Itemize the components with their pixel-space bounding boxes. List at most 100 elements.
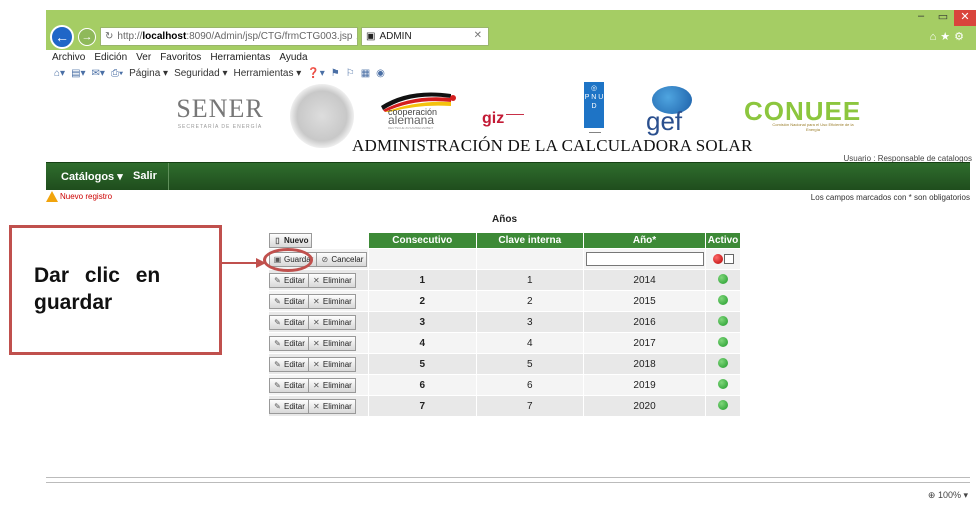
print-icon[interactable]: ⎙▾ [111, 68, 123, 79]
cell-consecutivo: 6 [367, 374, 477, 396]
row-actions: ✎ Editar ✕ Eliminar [268, 353, 369, 375]
new-row-activo [705, 248, 741, 270]
row-buttons: ✎ Editar ✕ Eliminar [269, 272, 356, 288]
cell-activo [705, 374, 741, 396]
favorites-star-icon[interactable]: ★ [940, 31, 954, 43]
eliminar-button[interactable]: ✕ Eliminar [308, 398, 356, 414]
editar-button[interactable]: ✎ Editar [269, 272, 309, 288]
addon-icon[interactable]: ◉ [376, 68, 385, 79]
active-status-icon [718, 336, 728, 347]
cell-consecutivo: 7 [367, 395, 477, 417]
cell-anio: 2016 [583, 311, 706, 333]
giz-subtitle: ▬▬▬▬▬▬ [506, 112, 524, 116]
active-status-icon [718, 294, 728, 305]
menu-ver[interactable]: Ver [136, 52, 151, 63]
nuevo-button[interactable]: ▯ Nuevo [269, 233, 313, 248]
forward-arrow-icon[interactable]: → [78, 28, 96, 46]
active-status-icon [718, 378, 728, 389]
mail-icon[interactable]: ✉▾ [92, 68, 105, 79]
page-favicon-icon: ▣ [366, 31, 376, 42]
row-buttons: ✎ Editar ✕ Eliminar [269, 398, 356, 414]
menu-edicion[interactable]: Edición [94, 52, 127, 63]
edit-icon: ✎ [274, 401, 281, 411]
logos-header: SENER SECRETARÍA DE ENERGÍA cooperación … [46, 82, 976, 163]
feeds-icon[interactable]: ▤▾ [71, 68, 85, 79]
status-bar-zoom[interactable]: ⊕ 100% ▾ [928, 490, 968, 501]
cancelar-button[interactable]: ⊘ Cancelar [317, 251, 368, 267]
eliminar-button[interactable]: ✕ Eliminar [308, 377, 356, 393]
nav-salir[interactable]: Salir [133, 170, 157, 182]
menu-herramientas[interactable]: Herramientas [210, 52, 270, 63]
zoom-icon: ⊕ [927, 490, 936, 500]
cancel-icon: ⊘ [321, 254, 329, 264]
eliminar-button[interactable]: ✕ Eliminar [308, 356, 356, 372]
mexico-seal-logo [290, 84, 354, 148]
tab-title: ADMIN [379, 31, 412, 42]
activo-checkbox[interactable] [723, 253, 734, 264]
column-clave-interna: Clave interna [475, 232, 585, 249]
active-status-icon [718, 357, 728, 368]
stats-icon[interactable]: ▦ [361, 68, 370, 79]
editar-button[interactable]: ✎ Editar [269, 314, 309, 330]
eliminar-button[interactable]: ✕ Eliminar [308, 335, 356, 351]
editar-button[interactable]: ✎ Editar [269, 398, 309, 414]
menu-archivo[interactable]: Archivo [52, 52, 85, 63]
year-input[interactable] [585, 252, 704, 266]
home-cmd-icon[interactable]: ⌂▾ [54, 68, 65, 79]
editar-button[interactable]: ✎ Editar [269, 335, 309, 351]
cell-anio: 2019 [583, 374, 706, 396]
editar-button[interactable]: ✎ Editar [269, 377, 309, 393]
warning-icon [46, 191, 58, 202]
delete-icon: ✕ [313, 380, 320, 390]
inactive-status-icon [712, 253, 723, 264]
cell-activo [705, 290, 741, 312]
back-arrow-icon[interactable]: ← [50, 25, 74, 49]
address-bar[interactable]: ↻ http://localhost:8090/Admin/jsp/CTG/fr… [100, 27, 358, 46]
pnud-subtitle: ▬▬▬▬ [589, 130, 601, 134]
arrow-right-icon [222, 258, 266, 268]
window-controls: – ▭ ✕ [910, 10, 976, 26]
eliminar-button[interactable]: ✕ Eliminar [308, 272, 356, 288]
research-icon[interactable]: ⚑ [331, 68, 340, 79]
page-footer-divider [46, 477, 970, 483]
cell-activo [705, 395, 741, 417]
eliminar-button[interactable]: ✕ Eliminar [308, 293, 356, 309]
required-fields-note: Los campos marcados con * son obligatori… [810, 193, 970, 202]
nav-catalogos[interactable]: Catálogos ▾ [61, 170, 123, 183]
row-actions: ✎ Editar ✕ Eliminar [268, 311, 369, 333]
home-icon[interactable]: ⌂ [930, 31, 941, 43]
menu-ayuda[interactable]: Ayuda [279, 52, 307, 63]
conuee-subtitle: Comisión Nacional para el Uso Eficiente … [772, 122, 854, 132]
nav-separator [168, 163, 169, 190]
cell-consecutivo: 3 [367, 311, 477, 333]
close-window-icon[interactable]: ✕ [954, 10, 976, 26]
table-actions-header: ▯ Nuevo [268, 232, 369, 249]
new-record-notice: Nuevo registro [46, 191, 112, 202]
refresh-icon[interactable]: ↻ [105, 31, 113, 42]
eliminar-button[interactable]: ✕ Eliminar [308, 314, 356, 330]
app-nav-bar: Catálogos ▾ Salir [46, 162, 970, 190]
cell-anio: 2015 [583, 290, 706, 312]
editar-button[interactable]: ✎ Editar [269, 293, 309, 309]
cell-clave-interna: 2 [475, 290, 585, 312]
minimize-icon[interactable]: – [910, 10, 932, 26]
search-icon[interactable]: ⌕ [356, 31, 357, 42]
row-buttons: ✎ Editar ✕ Eliminar [269, 335, 356, 351]
restore-icon[interactable]: ▭ [932, 10, 954, 26]
un-emblem-icon: ◎ [590, 85, 598, 92]
cell-consecutivo: 1 [367, 269, 477, 291]
active-status-icon [718, 273, 728, 284]
cmd-pagina[interactable]: Página ▾ [129, 68, 168, 79]
tab-close-icon[interactable]: ✕ [474, 30, 482, 41]
menu-favoritos[interactable]: Favoritos [160, 52, 201, 63]
editar-button[interactable]: ✎ Editar [269, 356, 309, 372]
settings-gear-icon[interactable]: ⚙ [954, 31, 968, 43]
cmd-seguridad[interactable]: Seguridad ▾ [174, 68, 227, 79]
delete-icon: ✕ [313, 359, 320, 369]
cell-consecutivo: 5 [367, 353, 477, 375]
table-row: ✎ Editar ✕ Eliminar 5 5 2018 [268, 353, 741, 375]
browser-tab[interactable]: ▣ ADMIN ✕ [361, 27, 489, 46]
translate-icon[interactable]: ⚐ [346, 68, 355, 79]
help-icon[interactable]: ❓▾ [307, 68, 324, 79]
cmd-herramientas[interactable]: Herramientas ▾ [233, 68, 301, 79]
